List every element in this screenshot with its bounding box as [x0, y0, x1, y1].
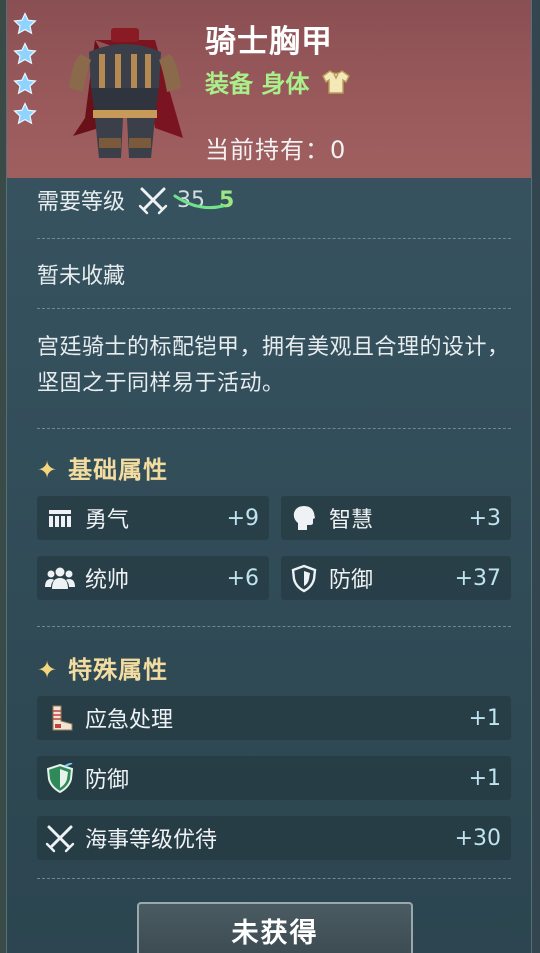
shirt-icon: [322, 69, 351, 94]
sparkle-icon: ✦: [37, 656, 59, 684]
divider: [37, 428, 511, 429]
stat-wisdom: 智慧 +3: [281, 496, 511, 540]
item-detail-panel: 骑士胸甲 装备 身体 当前持有：0 需要等级 35 5 暂未收藏 宫廷骑士的标配…: [6, 0, 532, 953]
command-group-icon: [45, 567, 75, 589]
stat-defense: 防御 +37: [281, 556, 511, 600]
sparkle-icon: ✦: [37, 456, 59, 484]
stat-courage: 勇气 +9: [37, 496, 269, 540]
collection-status: 暂未收藏: [37, 264, 126, 289]
stat-value: +1: [468, 765, 501, 791]
stat-name: 统帅: [85, 568, 130, 593]
item-header: 骑士胸甲 装备 身体 当前持有：0: [7, 0, 531, 178]
stat-value: +1: [468, 705, 501, 731]
star-icon: [13, 12, 37, 35]
wisdom-head-icon: [293, 506, 315, 530]
stat-value: +37: [454, 565, 501, 591]
item-title: 骑士胸甲: [205, 24, 333, 60]
stat-name: 防御: [85, 768, 130, 793]
crossed-swords-icon: [45, 825, 75, 853]
bandage-icon: [52, 705, 73, 731]
base-attributes-title: 基础属性: [68, 456, 169, 484]
stat-name: 智慧: [329, 508, 374, 533]
level-requirement: 需要等级 35 5: [37, 184, 234, 216]
green-shield-icon: [46, 763, 74, 793]
stat-value: +6: [226, 565, 259, 591]
equip-category: 装备 身体: [205, 70, 310, 98]
old-level: 35: [173, 188, 225, 213]
divider: [37, 878, 511, 879]
special-attributes-heading: ✦ 特殊属性: [37, 650, 168, 685]
divider: [37, 626, 511, 627]
star-icon: [13, 72, 37, 95]
courage-icon: [49, 510, 71, 527]
armor-portrait: [69, 28, 183, 158]
divider: [37, 308, 511, 309]
stat-name: 勇气: [85, 508, 130, 533]
crossed-swords-icon: [138, 187, 168, 215]
owned-count: 当前持有：0: [205, 136, 347, 164]
base-attributes-heading: ✦ 基础属性: [37, 450, 168, 485]
special-attributes-title: 特殊属性: [68, 656, 169, 684]
equip-category-row: 装备 身体: [205, 64, 353, 99]
stat-command: 统帅 +6: [37, 556, 269, 600]
special-stat-defense: 防御 +1: [37, 756, 511, 800]
divider: [37, 238, 511, 239]
special-stat-first-aid: 应急处理 +1: [37, 696, 511, 740]
obtain-status-button[interactable]: 未获得: [137, 902, 413, 953]
star-icon: [13, 42, 37, 65]
item-description: 宫廷骑士的标配铠甲，拥有美观且合理的设计，坚固之于同样易于活动。: [37, 335, 510, 396]
star-rating: [13, 12, 43, 132]
star-icon: [13, 102, 37, 125]
stat-name: 应急处理: [85, 708, 174, 733]
stat-value: +30: [454, 825, 501, 851]
strikethrough-mark: [173, 194, 225, 209]
shield-icon: [291, 564, 317, 593]
stat-value: +9: [226, 505, 259, 531]
stat-name: 防御: [329, 568, 374, 593]
level-requirement-label: 需要等级: [37, 190, 126, 215]
stat-value: +3: [468, 505, 501, 531]
special-stat-maritime-level: 海事等级优待 +30: [37, 816, 511, 860]
stat-name: 海事等级优待: [85, 828, 218, 853]
